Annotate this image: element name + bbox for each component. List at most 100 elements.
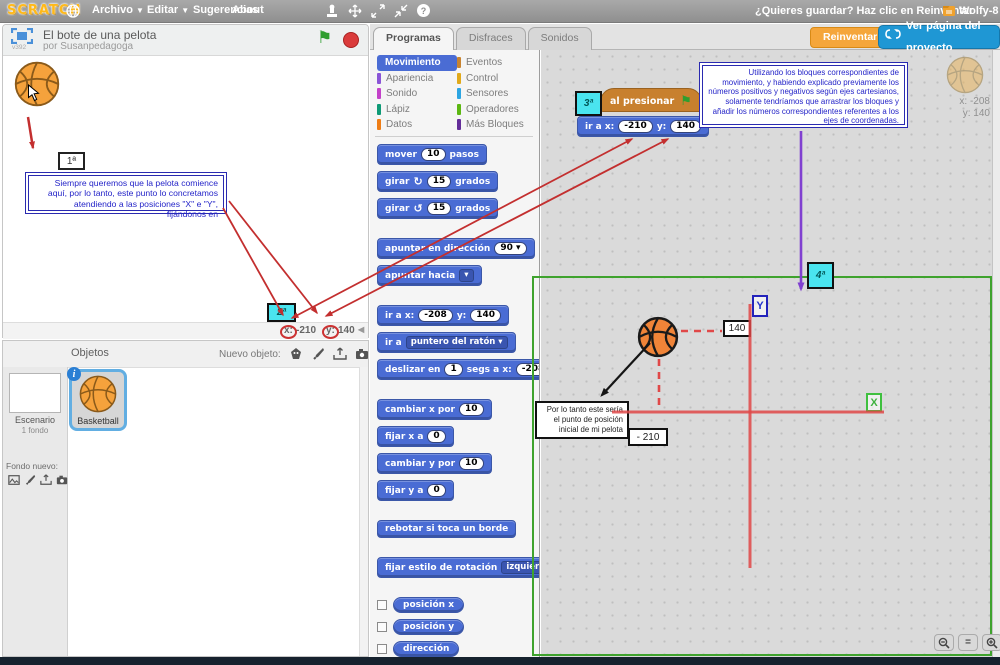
category-label: Sonido [386,88,417,99]
scripts-area[interactable] [541,50,1000,658]
block-number-input[interactable]: 0 [427,484,445,497]
stage-canvas[interactable]: 1ª Siempre queremos que la pelota comien… [3,56,368,322]
block-number-input[interactable]: 10 [459,403,484,416]
block-text: cambiar x por [385,405,455,415]
project-author: por Susanpedagoga [43,41,133,52]
category-mas-bloques[interactable]: Más Bloques [457,117,537,133]
block-dropdown[interactable]: izquierda-d ▾ [501,561,540,574]
paintbrush-icon[interactable] [310,346,325,361]
category-operadores[interactable]: Operadores [457,102,537,118]
category-apariencia[interactable]: Apariencia [377,71,457,87]
basketball-sprite[interactable] [14,61,60,112]
category-lapiz[interactable]: Lápiz [377,102,457,118]
palette-block-apuntar-hacia[interactable]: apuntar hacia▾ [377,265,482,286]
script-goto-block[interactable]: ir a x:-210y:140 [577,116,709,137]
category-swatch [377,73,381,84]
stop-button[interactable] [343,32,359,48]
category-control[interactable]: Control [457,71,537,87]
svg-text:?: ? [421,6,427,16]
block-number-input[interactable]: 0 [427,430,445,443]
palette-block-cambiar-x-por[interactable]: cambiar x por 10 [377,399,492,420]
reporter-checkbox[interactable] [377,644,387,654]
script-hat-block[interactable]: al presionar⚑ [600,88,702,112]
block-number-input[interactable]: -208 [516,363,540,376]
block-number-dropdown[interactable]: 90 ▾ [494,242,526,255]
scripts-scrollbar[interactable] [992,50,1000,658]
block-number-input[interactable]: -210 [618,120,653,133]
palette-block-girar[interactable]: girar↻15grados [377,171,498,192]
upload-icon[interactable] [332,346,347,361]
category-movimiento[interactable]: Movimiento [377,55,457,71]
sprite-library-icon[interactable] [288,346,303,361]
block-number-input[interactable]: 140 [670,120,701,133]
reporter-checkbox[interactable] [377,622,387,632]
palette-block-posicion-y[interactable]: posición y [393,619,464,635]
camera-icon[interactable] [55,473,68,486]
palette-block-posicion-x[interactable]: posición x [393,597,464,613]
palette-block-deslizar-en[interactable]: deslizar en1segs a x:-208y:140 [377,359,540,380]
palette-block-ir-a[interactable]: ir a puntero del ratón ▾ [377,332,516,353]
rotate-cw-icon: ↻ [413,177,422,187]
shrink-icon[interactable] [393,3,408,18]
zoom-reset-button[interactable]: = [958,634,978,651]
palette-block-rebotar-si-toca-un-borde[interactable]: rebotar si toca un borde [377,520,516,538]
tab-disfraces[interactable]: Disfraces [456,27,526,50]
help-icon[interactable]: ? [416,3,431,18]
category-datos[interactable]: Datos [377,117,457,133]
reporter-checkbox[interactable] [377,600,387,610]
category-swatch [457,119,461,130]
tab-programas[interactable]: Programas [373,27,454,50]
image-library-icon[interactable] [7,473,20,486]
palette-block-row: fijar x a0 [377,426,454,447]
menu-item-archivo[interactable]: Archivo ▼ [92,4,144,16]
block-text: posición x [403,600,454,610]
palette-block-girar[interactable]: girar↺15grados [377,198,498,219]
palette-block-mover[interactable]: mover10pasos [377,144,487,165]
language-globe-icon[interactable] [66,4,80,23]
palette-block-fijar-estilo-de-rotacion[interactable]: fijar estilo de rotaciónizquierda-d ▾ [377,557,540,578]
grow-tool-icon[interactable] [347,3,362,18]
palette-block-direccion[interactable]: dirección [393,641,459,657]
new-object-icons [288,346,369,361]
stage-thumbnail[interactable] [9,373,61,413]
palette-block-fijar-x-a[interactable]: fijar x a0 [377,426,454,447]
block-text: girar [385,204,409,214]
block-number-input[interactable]: 15 [427,175,452,188]
block-number-input[interactable]: 1 [444,363,462,376]
green-flag-button[interactable]: ⚑ [317,28,332,48]
block-dropdown[interactable]: puntero del ratón ▾ [406,336,508,349]
paintbrush-icon[interactable] [23,473,36,486]
category-sensores[interactable]: Sensores [457,86,537,102]
expand-icon[interactable] [370,3,385,18]
category-eventos[interactable]: Eventos [457,55,537,71]
stamp-icon[interactable] [324,3,339,18]
block-number-input[interactable]: -208 [418,309,453,322]
tab-sonidos[interactable]: Sonidos [528,27,592,50]
block-number-input[interactable]: 15 [427,202,452,215]
block-text: ir a [385,338,402,348]
collapse-arrow[interactable]: ◀ [358,325,364,334]
palette-block-row: posición x [377,597,464,613]
category-swatch [377,104,381,115]
sprite-list-scrollbar[interactable] [359,367,368,656]
view-project-page-button[interactable]: Ver página del proyecto [878,25,1000,49]
upload-icon[interactable] [39,473,52,486]
menu-item-about[interactable]: About [232,4,264,16]
category-sonido[interactable]: Sonido [377,86,457,102]
palette-block-row: fijar estilo de rotaciónizquierda-d ▾ [377,557,540,578]
palette-block-apuntar-en-direccion[interactable]: apuntar en dirección90 ▾ [377,238,535,259]
palette-block-row: posición y [377,619,464,635]
sprite-card-basketball[interactable]: i Basketball [69,369,127,431]
palette-block-ir-a-x-[interactable]: ir a x:-208y:140 [377,305,509,326]
block-dropdown[interactable]: ▾ [459,269,473,282]
block-number-input[interactable]: 10 [421,148,446,161]
zoom-in-button[interactable] [982,634,1000,651]
block-number-input[interactable]: 10 [459,457,484,470]
palette-block-fijar-y-a[interactable]: fijar y a0 [377,480,454,501]
palette-block-cambiar-y-por[interactable]: cambiar y por10 [377,453,492,474]
camera-icon[interactable] [354,346,369,361]
block-number-input[interactable]: 140 [470,309,501,322]
zoom-out-button[interactable] [934,634,954,651]
block-palette: MovimientoAparienciaSonido LápizDatos Even… [370,50,540,658]
menu-item-editar[interactable]: Editar ▼ [147,4,189,16]
